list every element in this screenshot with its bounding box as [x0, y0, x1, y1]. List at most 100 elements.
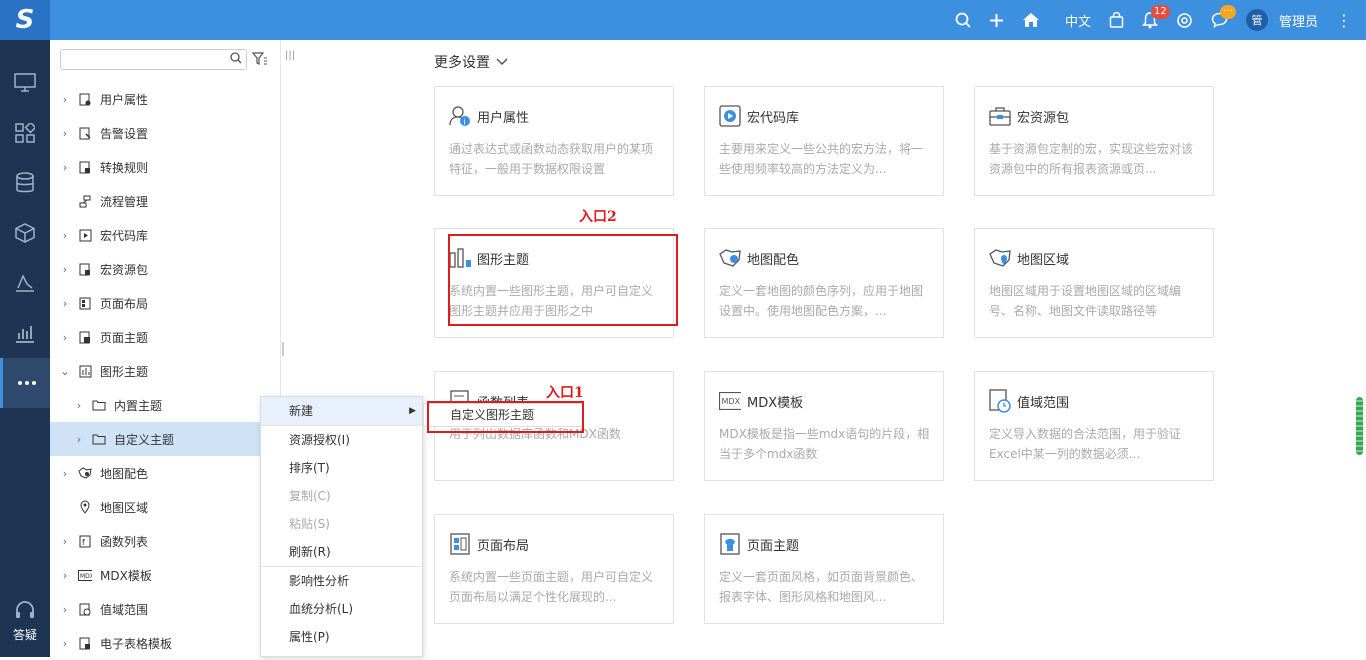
bag-icon[interactable]	[1109, 12, 1124, 28]
chevron-right-icon[interactable]: ›	[58, 93, 72, 106]
card-title: 地图区域	[1017, 252, 1070, 268]
card-page-layout[interactable]: 页面布局 系统内置一些页面主题，用户可自定义页面布局以满足个性化展现的...	[434, 514, 674, 624]
card-description: 地图区域用于设置地图区域的区域编号、名称、地图文件读取路径等	[989, 284, 1182, 318]
tree-item-user-attr[interactable]: › 用户属性	[50, 82, 281, 116]
user-attr-icon	[78, 92, 92, 106]
settings-icon[interactable]	[1176, 12, 1193, 29]
card-page-theme[interactable]: 页面主题 定义一套页面风格，如页面背景颜色、报表字体、图形风格和地图风...	[704, 514, 944, 624]
card-mdx-template[interactable]: MDX MDX模板 MDX模板是指一些mdx语句的片段，相当于多个mdx函数	[704, 371, 944, 481]
tree-item-convert[interactable]: › 转换规则	[50, 150, 281, 184]
tree-item-page-theme[interactable]: › 页面主题	[50, 320, 281, 354]
card-value-range[interactable]: 值域范围 定义导入数据的合法范围，用于验证Excel中某一列的数据必须...	[974, 371, 1214, 481]
database-icon[interactable]	[0, 158, 50, 208]
card-title: 页面主题	[747, 538, 800, 554]
card-macro-package[interactable]: 宏资源包 基于资源包定制的宏，实现这些宏对该资源包中的所有报表资源或页...	[974, 86, 1214, 196]
chevron-right-icon[interactable]: ›	[58, 161, 72, 174]
tree-item-map-color[interactable]: › 地图配色	[50, 456, 281, 490]
tree-item-macro-package[interactable]: › 宏资源包	[50, 252, 281, 286]
tree-item-value-range[interactable]: › 值域范围	[50, 592, 281, 626]
map-area-icon	[989, 247, 1011, 269]
chevron-right-icon[interactable]: ›	[58, 637, 72, 650]
tree-item-chart-theme[interactable]: ⌄ 图形主题	[50, 354, 281, 388]
card-title: 宏代码库	[747, 110, 800, 126]
card-map-area[interactable]: 地图区域 地图区域用于设置地图区域的区域编号、名称、地图文件读取路径等	[974, 228, 1214, 338]
search-icon[interactable]	[955, 12, 971, 28]
app-logo[interactable]: S	[0, 0, 50, 40]
chevron-right-icon[interactable]: ›	[58, 297, 72, 310]
menu-item-sort[interactable]: 排序(T)	[261, 454, 422, 482]
value-range-icon	[989, 389, 1011, 413]
card-description: 定义一套页面风格，如页面背景颜色、报表字体、图形风格和地图风...	[719, 570, 924, 604]
tree-item-flow[interactable]: 流程管理	[50, 184, 281, 218]
language-switch[interactable]: 中文	[1065, 11, 1091, 30]
menu-item-paste[interactable]: 粘贴(S)	[261, 510, 422, 538]
menu-item-copy[interactable]: 复制(C)	[261, 482, 422, 510]
chevron-right-icon[interactable]: ›	[58, 603, 72, 616]
apps-icon[interactable]	[0, 108, 50, 158]
chevron-right-icon[interactable]: ›	[58, 127, 72, 140]
chevron-right-icon[interactable]: ›	[72, 399, 86, 412]
chevron-right-icon[interactable]: ›	[58, 535, 72, 548]
menu-item-properties[interactable]: 属性(P)	[261, 623, 422, 651]
more-settings-toggle[interactable]: 更多设置	[434, 52, 508, 72]
panel-resize-handle[interactable]	[282, 342, 284, 356]
menu-item-impact-analysis[interactable]: 影响性分析	[261, 567, 422, 595]
cube-icon[interactable]	[0, 208, 50, 258]
bell-icon[interactable]: 12	[1141, 4, 1170, 29]
menu-item-new[interactable]: 新建 ▶	[261, 397, 422, 425]
annotation-entry1: 入口1	[546, 385, 584, 401]
tree-item-map-area[interactable]: 地图区域	[50, 490, 281, 524]
filter-icon[interactable]	[251, 52, 268, 69]
monitor-icon[interactable]	[0, 58, 50, 108]
tree-item-macro-code[interactable]: › 宏代码库	[50, 218, 281, 252]
menu-item-refresh[interactable]: 刷新(R)	[261, 538, 422, 566]
chevron-right-icon[interactable]: ›	[58, 467, 72, 480]
tree-item-spreadsheet-template[interactable]: › 电子表格模板	[50, 626, 281, 660]
user-name[interactable]: 管理员	[1279, 11, 1318, 30]
panel-splitter-grip[interactable]: |||	[285, 50, 295, 61]
search-icon[interactable]	[230, 52, 242, 67]
help-button[interactable]: 答疑	[0, 601, 50, 643]
more-icon[interactable]	[0, 358, 50, 408]
add-icon[interactable]	[989, 13, 1004, 28]
menu-item-authorize[interactable]: 资源授权(I)	[261, 426, 422, 454]
menu-item-lineage-analysis[interactable]: 血统分析(L)	[261, 595, 422, 623]
page-layout-icon	[449, 533, 471, 555]
chevron-right-icon[interactable]: ›	[72, 433, 86, 446]
tree-item-label: 电子表格模板	[100, 636, 173, 651]
tree-item-label: 值域范围	[100, 602, 149, 617]
chart-icon[interactable]	[0, 308, 50, 358]
tree-item-function-list[interactable]: › f 函数列表	[50, 524, 281, 558]
card-description: 系统内置一些页面主题，用户可自定义页面布局以满足个性化展现的...	[449, 570, 654, 604]
analysis-icon[interactable]	[0, 258, 50, 308]
tree-item-builtin-theme[interactable]: › 内置主题	[50, 388, 281, 422]
card-map-color[interactable]: 地图配色 定义一套地图的颜色序列，应用于地图设置中。使用地图配色方案，...	[704, 228, 944, 338]
tree-item-custom-theme[interactable]: › 自定义主题	[50, 422, 260, 456]
tree-item-mdx-template[interactable]: › MDX MDX模板	[50, 558, 281, 592]
home-icon[interactable]	[1022, 12, 1040, 28]
top-bar: S 中文 12 ··· 管 管理员 ⋮	[0, 0, 1366, 40]
card-user-attr[interactable]: i 用户属性 通过表达式或函数动态获取用户的某项特征，一般用于数据权限设置	[434, 86, 674, 196]
avatar[interactable]: 管	[1245, 9, 1268, 31]
chevron-right-icon[interactable]: ›	[58, 263, 72, 276]
card-macro-code[interactable]: 宏代码库 主要用来定义一些公共的宏方法，将一些使用频率较高的方法定义为...	[704, 86, 944, 196]
scrollbar-thumb[interactable]	[1356, 397, 1363, 455]
chevron-down-icon[interactable]: ⌄	[58, 365, 72, 378]
chevron-right-icon[interactable]: ›	[58, 229, 72, 242]
macro-code-icon	[78, 228, 92, 242]
card-title: 宏资源包	[1017, 110, 1070, 126]
folder-icon	[92, 432, 106, 446]
more-vertical-icon[interactable]: ⋮	[1336, 11, 1352, 30]
message-icon[interactable]: ···	[1211, 5, 1236, 28]
tree-item-page-layout[interactable]: › 页面布局	[50, 286, 281, 320]
chevron-right-icon[interactable]: ›	[58, 569, 72, 582]
mdx-template-icon: MDX	[719, 390, 741, 412]
chevron-right-icon[interactable]: ›	[58, 331, 72, 344]
svg-text:i: i	[464, 118, 466, 127]
card-description: 定义一套地图的颜色序列，应用于地图设置中。使用地图配色方案，...	[719, 284, 924, 318]
value-range-icon	[78, 602, 92, 616]
tree-item-label: 图形主题	[100, 364, 149, 379]
tree-item-label: 转换规则	[100, 160, 149, 175]
tree-search-input[interactable]	[60, 49, 247, 70]
tree-item-alarm[interactable]: › 告警设置	[50, 116, 281, 150]
